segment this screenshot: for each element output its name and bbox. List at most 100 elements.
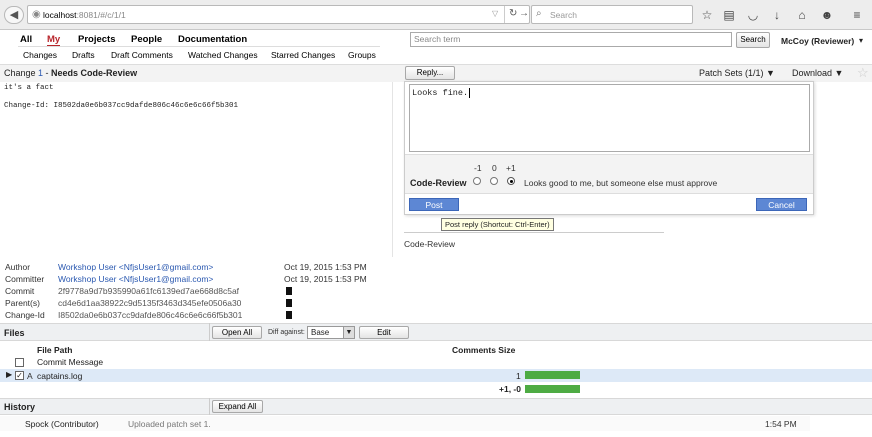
vote-radio-0[interactable] — [490, 177, 498, 185]
total-size-bar — [525, 385, 580, 393]
commit-message-line-1: it's a fact — [4, 84, 54, 92]
subtab-starred-changes[interactable]: Starred Changes — [271, 50, 335, 60]
history-header — [0, 398, 872, 415]
parent-label: Parent(s) — [5, 298, 40, 308]
subtab-drafts[interactable]: Drafts — [72, 50, 95, 60]
file-path[interactable]: Commit Message — [37, 357, 103, 367]
author-date: Oct 19, 2015 1:53 PM — [284, 262, 367, 272]
reply-text: Looks fine. — [412, 88, 469, 98]
url-host: localhost — [43, 10, 77, 20]
diff-base-value: Base — [311, 328, 330, 337]
row-checkbox[interactable]: ✓ — [15, 371, 24, 380]
divider — [209, 323, 210, 341]
changeid-value: I8502da0e6b037cc9dafde806c46c6e6c66f5b30… — [58, 310, 243, 320]
tab-projects[interactable]: Projects — [78, 34, 116, 45]
history-time: 1:54 PM — [765, 419, 797, 429]
divider — [504, 6, 505, 23]
user-caret-icon[interactable]: ▾ — [859, 36, 863, 45]
col-comments-size: Comments Size — [452, 345, 516, 355]
post-button[interactable]: Post — [409, 198, 459, 211]
chevron-down-icon: ▼ — [343, 327, 354, 338]
file-path[interactable]: captains.log — [37, 371, 82, 381]
subtab-watched-changes[interactable]: Watched Changes — [188, 50, 258, 60]
search-icon: ⌕ — [536, 8, 542, 19]
size-bar — [525, 371, 580, 379]
history-message: Uploaded patch set 1. — [128, 419, 211, 429]
copy-icon[interactable] — [286, 299, 292, 307]
subtab-changes[interactable]: Changes — [23, 50, 57, 60]
back-icon[interactable]: ◀ — [4, 6, 24, 24]
total-size: +1, -0 — [499, 384, 521, 394]
change-title: Change 1 - Needs Code-Review — [4, 68, 137, 78]
vote-scale-0: 0 — [492, 163, 497, 173]
author-link[interactable]: Workshop User <NfjsUser1@gmail.com> — [58, 262, 213, 272]
parent-hash[interactable]: cd4e6d1aa38922c9d5135f3463d345efe0506a30 — [58, 298, 241, 308]
browser-search[interactable]: ⌕ Search — [531, 5, 693, 24]
reading-list-icon[interactable]: ▤ — [722, 8, 736, 22]
vote-radio-plus1[interactable] — [507, 177, 515, 185]
history-author: Spock (Contributor) — [25, 419, 99, 429]
reply-divider — [404, 232, 664, 233]
reply-button[interactable]: Reply... — [405, 66, 455, 80]
tab-all[interactable]: All — [20, 34, 32, 45]
diff-base-select[interactable]: Base ▼ — [307, 326, 355, 339]
smiley-icon[interactable]: ☻ — [820, 8, 834, 22]
tab-documentation[interactable]: Documentation — [178, 34, 247, 45]
download-icon[interactable]: ↓ — [770, 8, 784, 22]
committer-label: Committer — [5, 274, 45, 284]
browser-search-placeholder: Search — [550, 10, 577, 20]
tab-people[interactable]: People — [131, 34, 162, 45]
author-label: Author — [5, 262, 31, 272]
reply-textarea[interactable]: Looks fine. — [409, 84, 810, 152]
committer-link[interactable]: Workshop User <NfjsUser1@gmail.com> — [58, 274, 213, 284]
file-size: 1 — [516, 371, 521, 381]
globe-icon: ◉ — [32, 9, 41, 20]
commit-message-line-2: Change-Id: I8502da0e6b037cc9dafde806c46c… — [4, 102, 239, 110]
patch-sets-menu[interactable]: Patch Sets (1/1) ▼ — [699, 68, 775, 78]
open-all-button[interactable]: Open All — [212, 326, 262, 339]
copy-icon[interactable] — [286, 287, 292, 295]
pocket-icon[interactable]: ◡ — [746, 8, 760, 22]
expand-arrow-icon[interactable]: ▶ — [6, 370, 12, 379]
expand-all-button[interactable]: Expand All — [212, 400, 263, 413]
file-status: A — [27, 371, 33, 381]
diff-against-label: Diff against: — [268, 329, 305, 336]
vote-scale-minus1: -1 — [474, 163, 482, 173]
text-cursor — [469, 88, 471, 98]
files-header — [0, 323, 872, 341]
search-button[interactable]: Search — [736, 32, 770, 48]
forward-icon[interactable]: → — [519, 8, 529, 19]
subtab-groups[interactable]: Groups — [348, 50, 376, 60]
table-row[interactable]: ▶ ✓ A captains.log 1 — [0, 369, 872, 382]
vote-radio-minus1[interactable] — [473, 177, 481, 185]
vote-panel: -1 0 +1 Code-Review Looks good to me, bu… — [405, 154, 813, 194]
row-checkbox[interactable] — [15, 358, 24, 367]
download-menu[interactable]: Download ▼ — [792, 68, 843, 78]
review-label: Code-Review — [404, 239, 456, 249]
reply-popup: Looks fine. -1 0 +1 Code-Review Looks go… — [404, 81, 814, 215]
reload-icon[interactable]: ↻ — [509, 8, 517, 19]
home-icon[interactable]: ⌂ — [795, 8, 809, 22]
nav-divider — [18, 46, 380, 47]
change-title-prefix: Change — [4, 68, 39, 78]
dropdown-icon[interactable]: ▽ — [492, 9, 498, 18]
search-term-input[interactable]: Search term — [410, 32, 732, 47]
subtab-draft-comments[interactable]: Draft Comments — [111, 50, 173, 60]
vote-label: Code-Review — [410, 178, 467, 188]
browser-toolbar: ◀ ◉ localhost:8081/#/c/1/1 ▽ ↻ → ⌕ Searc… — [0, 0, 872, 30]
star-icon[interactable]: ☆ — [700, 8, 714, 22]
copy-icon[interactable] — [286, 311, 292, 319]
post-tooltip: Post reply (Shortcut: Ctrl-Enter) — [441, 218, 554, 231]
files-title: Files — [4, 328, 25, 338]
radio-dot — [509, 179, 513, 183]
user-menu[interactable]: McCoy (Reviewer) — [781, 36, 854, 46]
edit-button[interactable]: Edit — [359, 326, 409, 339]
commit-label: Commit — [5, 286, 35, 296]
star-icon[interactable]: ☆ — [857, 65, 869, 81]
committer-date: Oct 19, 2015 1:53 PM — [284, 274, 367, 284]
address-bar[interactable]: ◉ localhost:8081/#/c/1/1 ▽ ↻ → — [27, 5, 530, 24]
cancel-button[interactable]: Cancel — [756, 198, 807, 211]
history-item[interactable]: Spock (Contributor) Uploaded patch set 1… — [0, 416, 810, 431]
vote-scale-plus1: +1 — [506, 163, 516, 173]
menu-icon[interactable]: ≡ — [850, 8, 864, 22]
